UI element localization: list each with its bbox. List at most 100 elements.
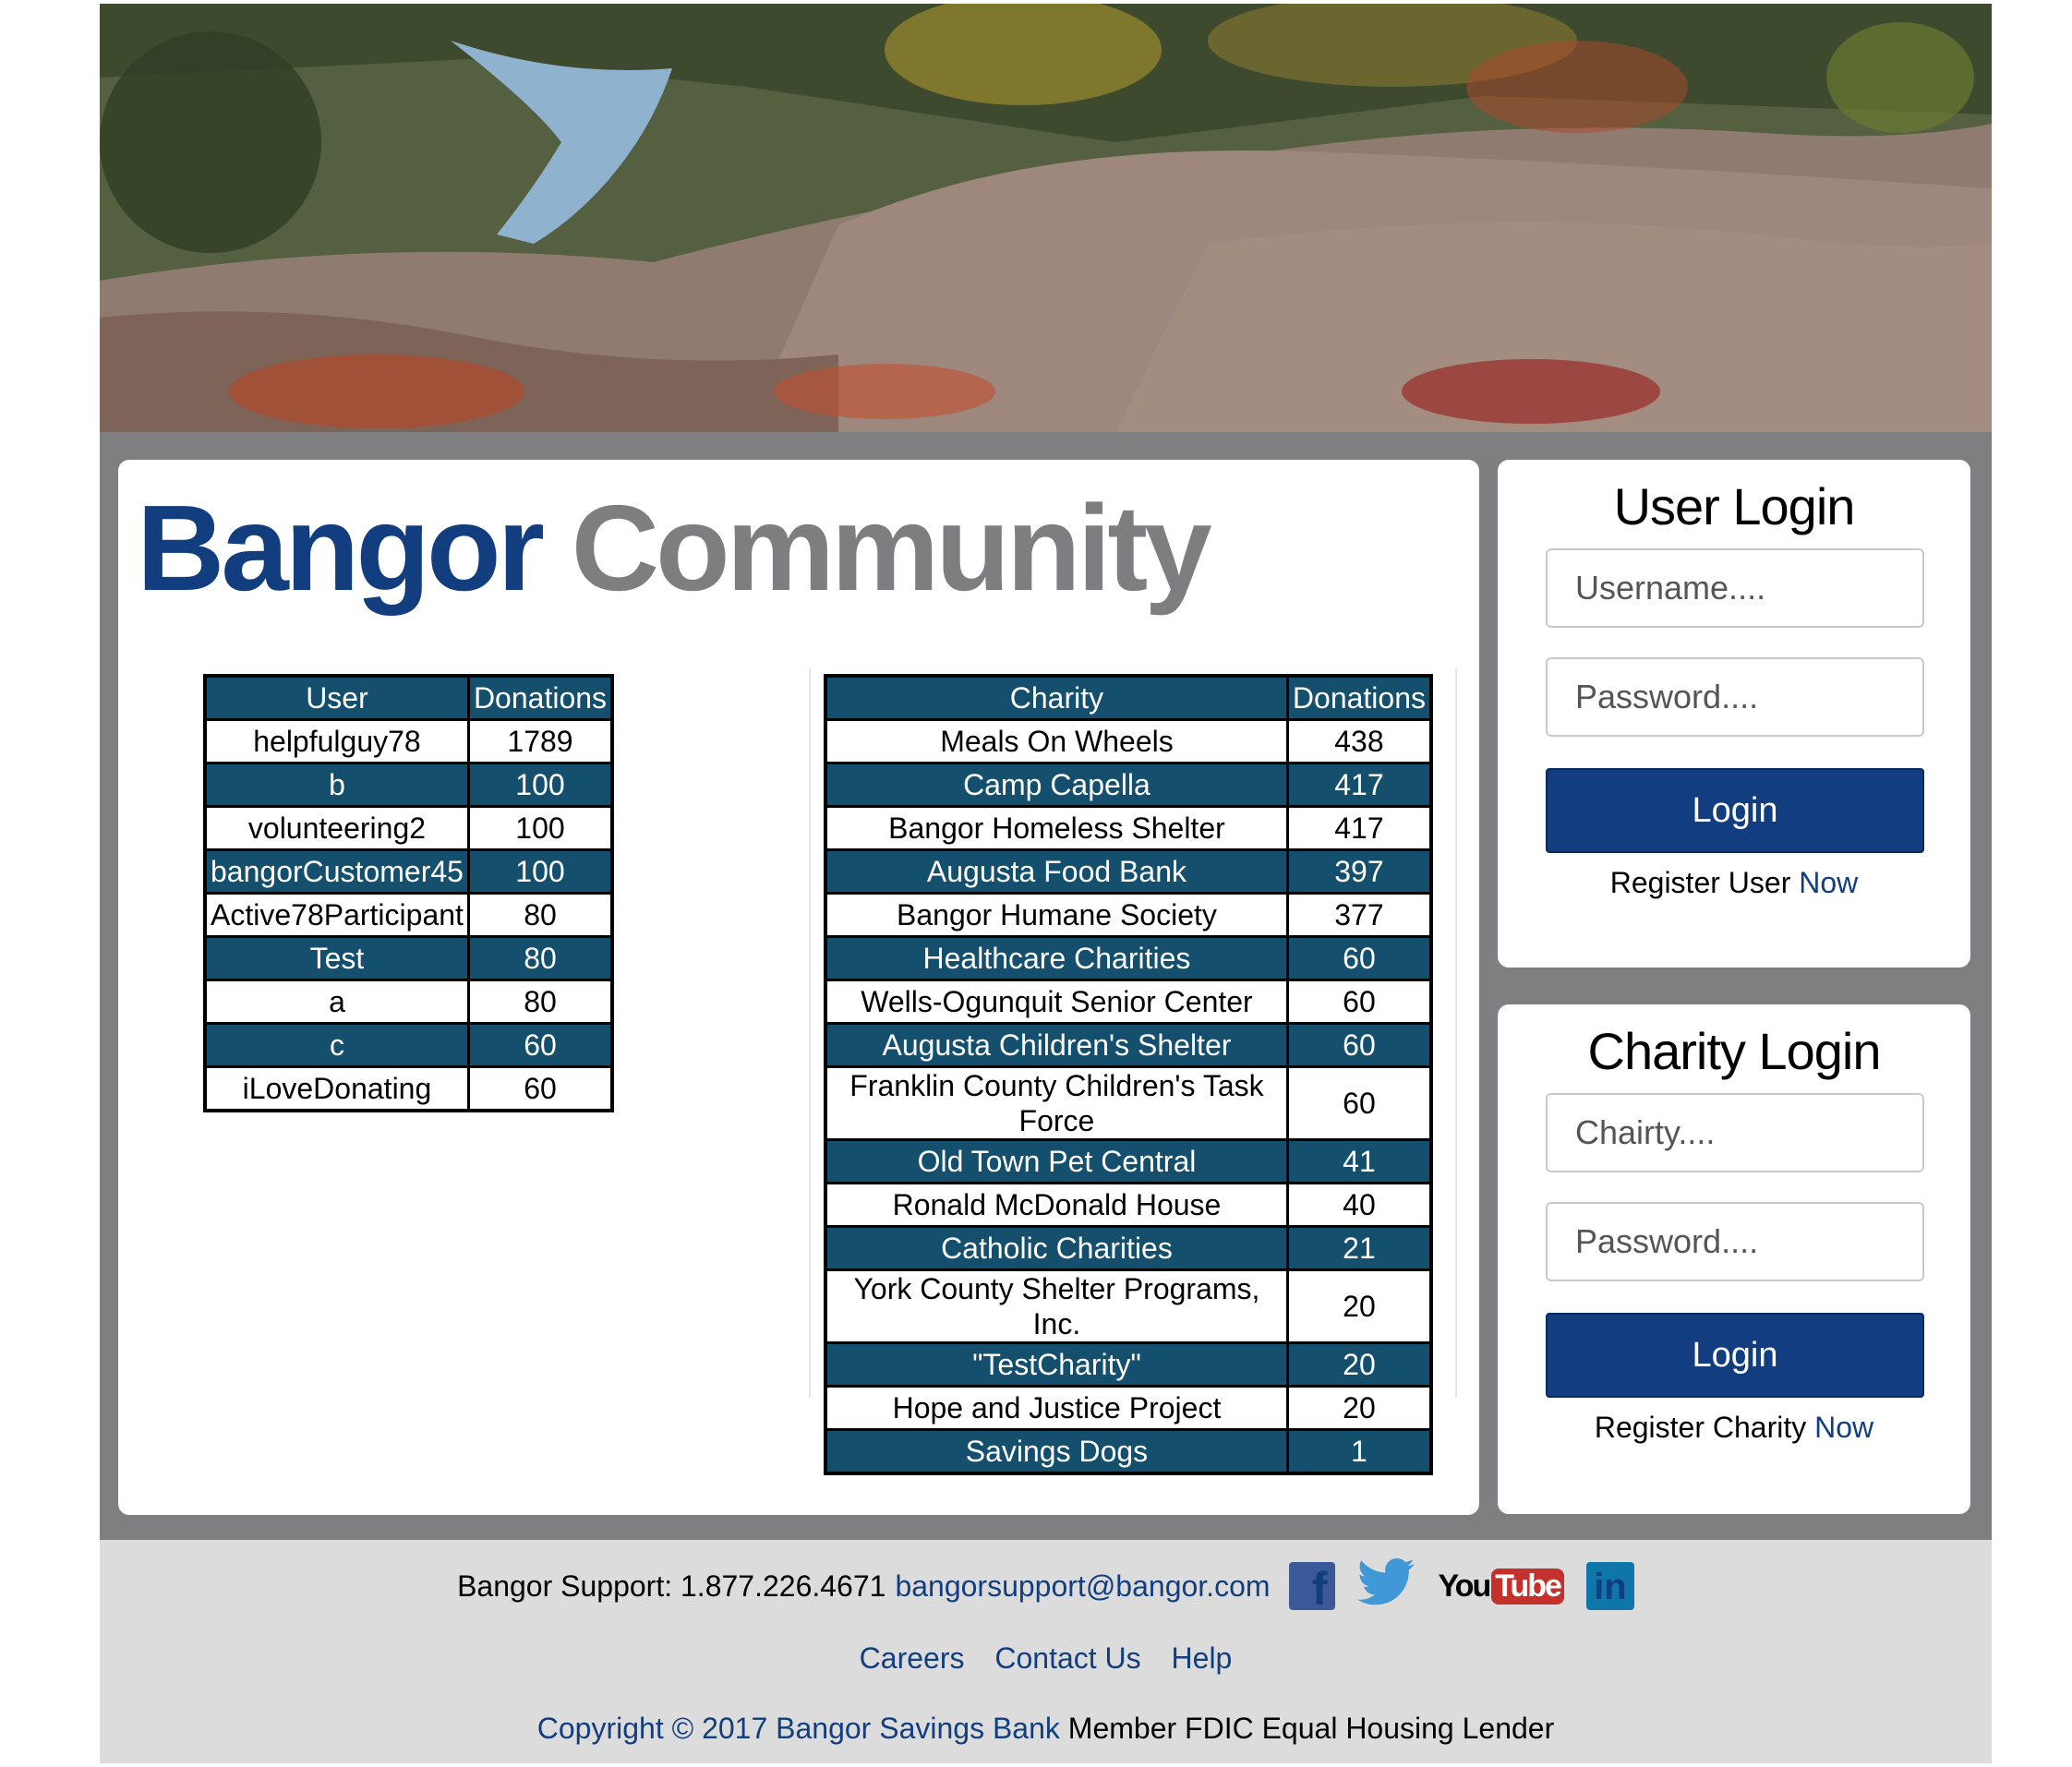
- support-phone: Bangor Support: 1.877.226.4671: [457, 1569, 886, 1603]
- charity-table-row: Meals On Wheels 438: [824, 718, 1433, 764]
- charity-table-row-donations-cell: 20: [1285, 1268, 1433, 1344]
- user-table-row-donations-cell: 80: [466, 935, 614, 981]
- charity-table-row: Bangor Homeless Shelter 417: [824, 805, 1433, 851]
- charity-table-row: Old Town Pet Central 41: [824, 1138, 1433, 1184]
- charity-table-row-donations-cell: 417: [1285, 805, 1433, 851]
- user-table-row: Active78Participant 80: [203, 892, 614, 938]
- charity-table-row-donations-cell: 60: [1285, 935, 1433, 981]
- register-user-prompt: Register User Now: [1498, 866, 1970, 900]
- user-column-header: User: [203, 674, 470, 721]
- charity-table-row-name-cell: Augusta Children's Shelter: [824, 1022, 1289, 1068]
- charity-table-row-donations-cell: 40: [1285, 1182, 1433, 1228]
- charity-table-row-name-cell: Old Town Pet Central: [824, 1138, 1289, 1184]
- careers-link[interactable]: Careers: [860, 1641, 965, 1675]
- charity-table-row: Catholic Charities 21: [824, 1225, 1433, 1271]
- youtube-you-text: You: [1438, 1568, 1492, 1604]
- charity-table-row-name-cell: Augusta Food Bank: [824, 848, 1289, 895]
- charity-table-row-donations-cell: 397: [1285, 848, 1433, 895]
- user-table-row: a 80: [203, 979, 614, 1025]
- support-row: Bangor Support: 1.877.226.4671 bangorsup…: [100, 1557, 1992, 1616]
- footer: Bangor Support: 1.877.226.4671 bangorsup…: [100, 1540, 1992, 1763]
- social-links: f You Tube in: [1288, 1558, 1634, 1614]
- support-email-link[interactable]: bangorsupport@bangor.com: [895, 1569, 1270, 1604]
- user-table-row-donations-cell: 60: [466, 1065, 614, 1112]
- charity-table-row: Hope and Justice Project 20: [824, 1385, 1433, 1431]
- user-password-input[interactable]: [1546, 657, 1924, 737]
- footer-links: Careers Contact Us Help: [100, 1641, 1992, 1676]
- user-login-button[interactable]: Login: [1546, 768, 1924, 853]
- username-input[interactable]: [1546, 548, 1924, 628]
- charity-table-row-donations-cell: 417: [1285, 762, 1433, 808]
- charity-login-card: Charity Login Login Register Charity Now: [1498, 1004, 1970, 1514]
- hero-banner-image: [100, 4, 1992, 432]
- charity-table-row-name-cell: Bangor Humane Society: [824, 892, 1289, 938]
- user-table-row-name-cell: c: [203, 1022, 470, 1068]
- charity-table-row-donations-cell: 1: [1285, 1428, 1433, 1475]
- charity-table-frame-left: [809, 668, 811, 1398]
- linkedin-icon[interactable]: in: [1585, 1562, 1634, 1610]
- facebook-icon[interactable]: f: [1288, 1562, 1335, 1610]
- charity-table-row: "TestCharity" 20: [824, 1341, 1433, 1388]
- charity-login-button[interactable]: Login: [1546, 1313, 1924, 1398]
- user-donations-table: User Donations helpfulguy78 1789 b 100 volun…: [203, 674, 615, 1112]
- youtube-tube-text: Tube: [1491, 1568, 1564, 1605]
- user-table-row-name-cell: b: [203, 762, 470, 808]
- main-content-panel: Bangor Community User Donations helpfulg…: [118, 460, 1479, 1515]
- page-container: Bangor Community User Donations helpfulg…: [100, 4, 1992, 1763]
- site-title-bangor: Bangor: [137, 480, 545, 616]
- user-table-row-name-cell: bangorCustomer45: [203, 848, 470, 895]
- user-table-row-donations-cell: 80: [466, 979, 614, 1025]
- charity-table-row-donations-cell: 438: [1285, 718, 1433, 764]
- help-link[interactable]: Help: [1172, 1641, 1233, 1675]
- charity-table-row: York County Shelter Programs, Inc. 20: [824, 1268, 1433, 1344]
- charity-name-input[interactable]: [1546, 1093, 1924, 1172]
- charity-table-row: Augusta Children's Shelter 60: [824, 1022, 1433, 1068]
- charity-password-input[interactable]: [1546, 1202, 1924, 1281]
- charity-table-row-donations-cell: 60: [1285, 1022, 1433, 1068]
- charity-table-row-name-cell: York County Shelter Programs, Inc.: [824, 1268, 1289, 1344]
- charity-table-row-donations-cell: 41: [1285, 1138, 1433, 1184]
- user-table-row-donations-cell: 60: [466, 1022, 614, 1068]
- youtube-icon[interactable]: You Tube: [1438, 1568, 1564, 1605]
- charity-table-row: Ronald McDonald House 40: [824, 1182, 1433, 1228]
- donations-column-header: Donations: [1285, 674, 1433, 721]
- contact-us-link[interactable]: Contact Us: [994, 1641, 1140, 1675]
- user-table-row-name-cell: Test: [203, 935, 470, 981]
- site-title: Bangor Community: [137, 487, 1212, 609]
- copyright-link[interactable]: Copyright © 2017 Bangor Savings Bank: [537, 1712, 1060, 1745]
- charity-table-row-name-cell: "TestCharity": [824, 1341, 1289, 1388]
- user-table-row: c 60: [203, 1022, 614, 1068]
- charity-login-title: Charity Login: [1587, 1022, 1882, 1080]
- charity-table-row-donations-cell: 60: [1285, 1065, 1433, 1141]
- register-charity-prompt: Register Charity Now: [1498, 1411, 1970, 1445]
- user-table-row-donations-cell: 100: [466, 762, 614, 808]
- register-charity-link[interactable]: Now: [1814, 1411, 1873, 1444]
- user-table-row: bangorCustomer45 100: [203, 848, 614, 895]
- charity-table-row: Bangor Humane Society 377: [824, 892, 1433, 938]
- register-user-text: Register User: [1609, 866, 1791, 899]
- user-table-row-name-cell: Active78Participant: [203, 892, 470, 938]
- user-table-row: helpfulguy78 1789: [203, 718, 614, 764]
- user-table-row: iLoveDonating 60: [203, 1065, 614, 1112]
- charity-table-row-name-cell: Ronald McDonald House: [824, 1182, 1289, 1228]
- register-charity-text: Register Charity: [1594, 1411, 1807, 1444]
- site-title-community: Community: [571, 480, 1212, 616]
- charity-table-row-name-cell: Camp Capella: [824, 762, 1289, 808]
- charity-table-row: Camp Capella 417: [824, 762, 1433, 808]
- charity-table-row-name-cell: Healthcare Charities: [824, 935, 1289, 981]
- twitter-icon[interactable]: [1356, 1558, 1416, 1614]
- charity-table-row-name-cell: Meals On Wheels: [824, 718, 1289, 764]
- charity-table-row: Savings Dogs 1: [824, 1428, 1433, 1475]
- charity-table-row: Wells-Ogunquit Senior Center 60: [824, 979, 1433, 1025]
- user-table-row: volunteering2 100: [203, 805, 614, 851]
- user-login-card: User Login Login Register User Now: [1498, 460, 1970, 968]
- user-table-row-name-cell: volunteering2: [203, 805, 470, 851]
- charity-column-header: Charity: [824, 674, 1289, 721]
- user-table-row-donations-cell: 1789: [466, 718, 614, 764]
- charity-table-row-donations-cell: 21: [1285, 1225, 1433, 1271]
- charity-table-row-name-cell: Hope and Justice Project: [824, 1385, 1289, 1431]
- user-table-row-name-cell: a: [203, 979, 470, 1025]
- register-user-link[interactable]: Now: [1799, 866, 1858, 899]
- copyright-text: Member FDIC Equal Housing Lender: [1067, 1712, 1555, 1745]
- copyright: Copyright © 2017 Bangor Savings Bank Mem…: [100, 1712, 1992, 1746]
